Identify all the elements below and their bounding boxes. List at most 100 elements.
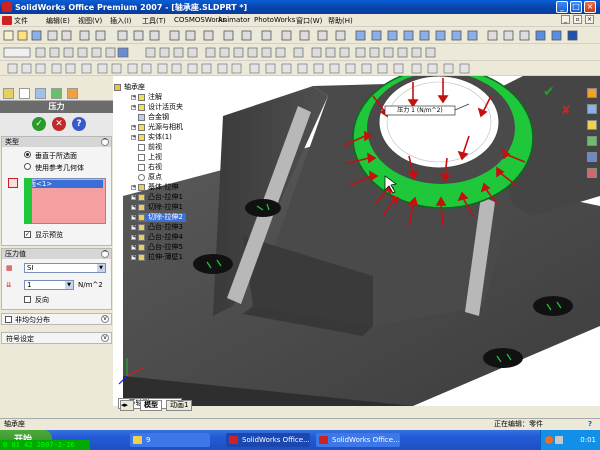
expand-icon[interactable]: +	[131, 235, 136, 240]
cancel-button[interactable]: ✕	[52, 117, 66, 131]
tray-clock[interactable]: 0:01	[580, 436, 596, 444]
pressure-unit-label: N/m^2	[78, 281, 103, 289]
unit-system-icon: ▦	[6, 264, 13, 272]
design-library-icon[interactable]	[587, 104, 597, 114]
taskbar-solidworks-label: SolidWorks Office...	[242, 436, 310, 444]
expand-icon[interactable]: +	[131, 95, 136, 100]
tab-scroll-left-icon[interactable]: ◂▸	[120, 400, 134, 411]
configuration-manager-tab-icon[interactable]	[35, 88, 46, 99]
unit-system-select[interactable]: SI ▼	[24, 263, 106, 273]
title-bar: SolidWorks Office Premium 2007 - [轴承座.SL…	[0, 0, 600, 14]
expand-chevron-icon[interactable]: v	[101, 334, 109, 342]
menu-insert[interactable]: 插入(I)	[110, 16, 132, 26]
extrude-icon	[138, 224, 145, 231]
collapse-chevron-icon[interactable]: ^	[101, 138, 109, 146]
lights-icon	[138, 124, 145, 131]
plane-icon	[138, 154, 145, 161]
task-pane	[585, 86, 600, 186]
expand-icon[interactable]: +	[131, 105, 136, 110]
ok-button[interactable]: ✓	[32, 117, 46, 131]
tab-animation1[interactable]: 动画1	[166, 400, 193, 411]
nonuniform-checkbox[interactable]	[5, 316, 12, 323]
expand-icon[interactable]: +	[131, 215, 136, 220]
toolbar-icons-row2	[3, 47, 436, 58]
normal-to-face-radio[interactable]	[24, 151, 31, 158]
mdi-restore-button[interactable]: ▫	[573, 15, 582, 24]
confirm-corner-check-icon[interactable]: ✔	[543, 84, 555, 100]
selected-faces-list[interactable]: 面<1>	[24, 178, 106, 224]
expand-chevron-icon[interactable]: v	[101, 315, 109, 323]
document-icon[interactable]	[2, 16, 12, 25]
tab-model[interactable]: 模型	[140, 400, 162, 411]
tree-item-cut-extrude2-selected[interactable]: 切除-拉伸2	[138, 213, 186, 222]
close-button[interactable]: ×	[584, 1, 596, 13]
expand-icon[interactable]: +	[131, 135, 136, 140]
taskbar-solidworks-1[interactable]: SolidWorks Office...	[226, 433, 310, 447]
photoworks-tab-icon[interactable]	[67, 88, 78, 99]
expand-icon[interactable]: +	[131, 125, 136, 130]
menu-file[interactable]: 文件	[14, 16, 28, 26]
type-section-header[interactable]: 类型	[2, 137, 111, 147]
pressure-value-section: 压力值 ^ ▦ SI ▼ ⇊ 1 ▼ N/m^2 反向	[1, 248, 112, 310]
speaker-icon[interactable]	[555, 436, 563, 444]
minimize-button[interactable]: _	[556, 1, 568, 13]
menu-bar: 文件 编辑(E) 视图(V) 插入(I) 工具(T) COSMOSWorks A…	[0, 14, 600, 27]
taskbar-solidworks-2[interactable]: SolidWorks Office...	[316, 433, 400, 447]
collapse-chevron-icon[interactable]: ^	[101, 250, 109, 258]
cosmos-manager-tab-icon[interactable]	[51, 88, 62, 99]
expand-icon[interactable]: +	[131, 245, 136, 250]
feature-manager-tab-icon[interactable]	[3, 88, 14, 99]
status-help-icon[interactable]: ?	[588, 419, 592, 430]
menu-view[interactable]: 视图(V)	[78, 16, 102, 26]
material-icon	[138, 114, 145, 121]
solidworks-app-icon[interactable]	[2, 2, 12, 12]
pressure-section-header[interactable]: 压力值	[2, 249, 111, 259]
expand-icon[interactable]: +	[131, 255, 136, 260]
appearances-icon[interactable]	[587, 168, 597, 178]
face-selection-icon	[8, 178, 18, 188]
mdi-close-button[interactable]: ×	[585, 15, 594, 24]
origin-icon	[138, 174, 145, 181]
cut-icon	[138, 204, 145, 211]
show-preview-checkbox[interactable]: ✓	[24, 231, 31, 238]
expand-icon[interactable]: +	[131, 225, 136, 230]
property-manager-tab-icon[interactable]	[19, 88, 30, 99]
menu-window[interactable]: 窗口(W)	[296, 16, 322, 26]
dropdown-arrow-icon[interactable]: ▼	[65, 281, 73, 289]
reverse-checkbox[interactable]	[24, 296, 31, 303]
expand-icon[interactable]: +	[131, 185, 136, 190]
reverse-label: 反向	[35, 296, 49, 304]
menu-animator[interactable]: Animator	[218, 16, 250, 24]
pressure-value: 1	[27, 281, 32, 289]
reference-geometry-radio[interactable]	[24, 163, 31, 170]
pressure-value-input[interactable]: 1 ▼	[24, 280, 74, 290]
taskbar-folder[interactable]: 9	[130, 433, 210, 447]
menu-tools[interactable]: 工具(T)	[142, 16, 166, 26]
selected-face-item[interactable]: 面<1>	[27, 180, 103, 188]
file-explorer-icon[interactable]	[587, 120, 597, 130]
extrude-icon	[138, 234, 145, 241]
taskbar-folder-label: 9	[146, 436, 151, 444]
menu-photoworks[interactable]: PhotoWorks	[254, 16, 295, 24]
tray-icon[interactable]	[545, 436, 553, 444]
property-manager-title: 压力	[0, 101, 113, 113]
help-button[interactable]: ?	[72, 117, 86, 131]
toolbar-icons-row3	[7, 63, 470, 74]
confirm-corner-cancel-icon[interactable]: ✘	[561, 103, 571, 117]
view-palette-icon[interactable]	[587, 152, 597, 162]
maximize-button[interactable]: □	[570, 1, 582, 13]
dropdown-arrow-icon[interactable]: ▼	[97, 264, 105, 272]
mdi-minimize-button[interactable]: _	[561, 15, 570, 24]
symbol-settings-label[interactable]: 符号设定	[6, 334, 34, 344]
solidworks-resources-icon[interactable]	[587, 88, 597, 98]
menu-edit[interactable]: 编辑(E)	[46, 16, 70, 26]
mount-hole	[193, 254, 233, 274]
search-icon[interactable]	[587, 136, 597, 146]
menu-help[interactable]: 帮助(H)	[328, 16, 353, 26]
expand-icon[interactable]: +	[131, 195, 136, 200]
expand-icon[interactable]: +	[131, 205, 136, 210]
mount-hole	[483, 348, 523, 368]
type-section: 类型 ^ 垂直于所选面 使用参考几何体 面<1> ✓ 显示预览	[1, 136, 112, 246]
plane-icon	[138, 164, 145, 171]
part-icon	[114, 84, 121, 91]
